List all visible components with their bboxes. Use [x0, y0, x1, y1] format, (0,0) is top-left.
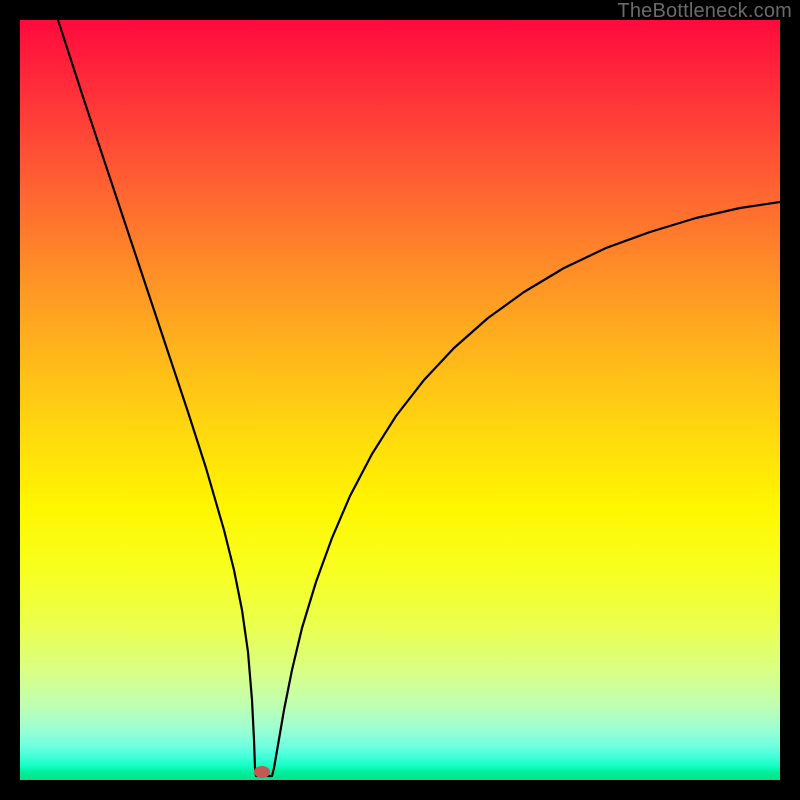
bottleneck-curve: [58, 20, 780, 776]
watermark-text: TheBottleneck.com: [617, 0, 792, 23]
minimum-marker: [254, 766, 270, 778]
chart-curve-svg: [20, 20, 780, 780]
chart-frame: TheBottleneck.com: [0, 0, 800, 800]
